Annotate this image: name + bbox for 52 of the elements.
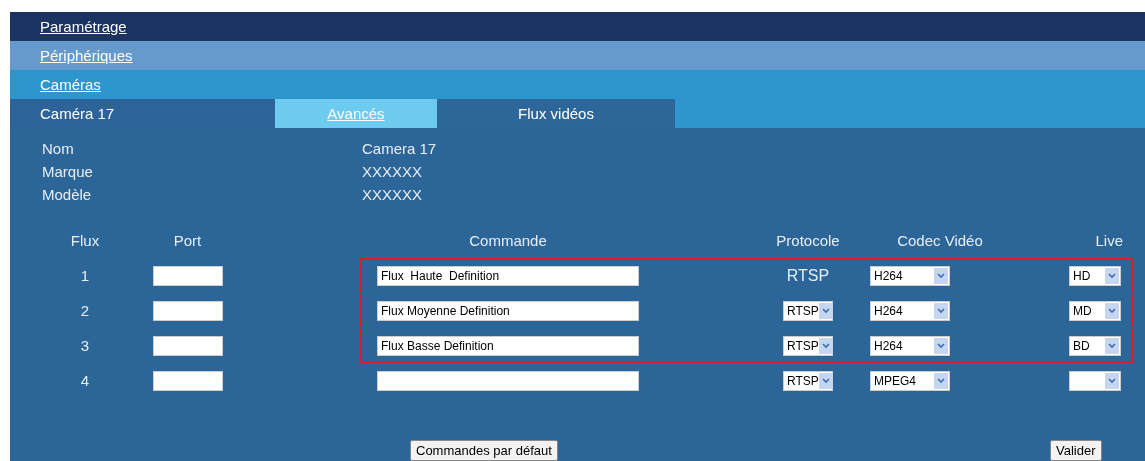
stream-number: 4 [79,372,91,389]
command-field[interactable]: Flux Basse Definition [377,335,639,356]
camera-title: Caméra 17 [10,99,275,128]
live-dropdown[interactable]: HD [1069,265,1121,286]
command-field[interactable]: Flux Haute Definition [377,265,639,286]
column-header: Codec Vidéo [896,232,984,249]
column-header: Port [172,232,203,249]
field-label: Modèle [42,186,93,203]
protocol-dropdown[interactable]: RTSP [783,335,833,356]
port-field[interactable] [152,370,223,391]
column-header: Protocole [775,232,841,249]
codec-dropdown[interactable]: H264 [870,265,950,286]
field-label: Marque [42,163,94,180]
live-dropdown[interactable] [1069,370,1121,391]
chevron-down-icon [818,302,833,319]
stream-number: 2 [79,302,91,319]
field-label: Nom [42,140,75,157]
chevron-down-icon [934,372,948,389]
port-field[interactable] [152,335,223,356]
chevron-down-icon [818,372,833,389]
chevron-down-icon [1105,302,1119,319]
codec-dropdown[interactable]: H264 [870,300,950,321]
chevron-down-icon [1105,337,1119,354]
column-header: Live [1094,232,1124,249]
column-header: Commande [468,232,548,249]
codec-dropdown[interactable]: H264 [870,335,950,356]
column-header: Flux [69,232,101,249]
field-value: XXXXXX [362,186,424,203]
command-field[interactable] [377,370,639,391]
chevron-down-icon [934,302,948,319]
protocol-dropdown[interactable]: RTSP [783,300,833,321]
stream-number: 1 [79,267,91,284]
chevron-down-icon [934,337,948,354]
field-value: XXXXXX [362,163,424,180]
chevron-down-icon [934,267,948,284]
protocol-text: RTSP [786,266,830,285]
chevron-down-icon [1105,372,1119,389]
breadcrumb-link[interactable]: Paramétrage [40,18,127,35]
stream-number: 3 [79,337,91,354]
defaults-button[interactable]: Commandes par défaut [410,440,558,461]
live-dropdown[interactable]: MD [1069,300,1121,321]
port-field[interactable] [152,300,223,321]
chevron-down-icon [1105,267,1119,284]
live-dropdown[interactable]: BD [1069,335,1121,356]
validate-button[interactable]: Valider [1050,440,1102,461]
field-value: Camera 17 [362,140,438,157]
codec-dropdown[interactable]: MPEG4 [870,370,950,391]
tab[interactable]: Flux vidéos [437,99,675,128]
protocol-dropdown[interactable]: RTSP [783,370,833,391]
command-field[interactable]: Flux Moyenne Definition [377,300,639,321]
port-field[interactable] [152,265,223,286]
chevron-down-icon [818,337,833,354]
